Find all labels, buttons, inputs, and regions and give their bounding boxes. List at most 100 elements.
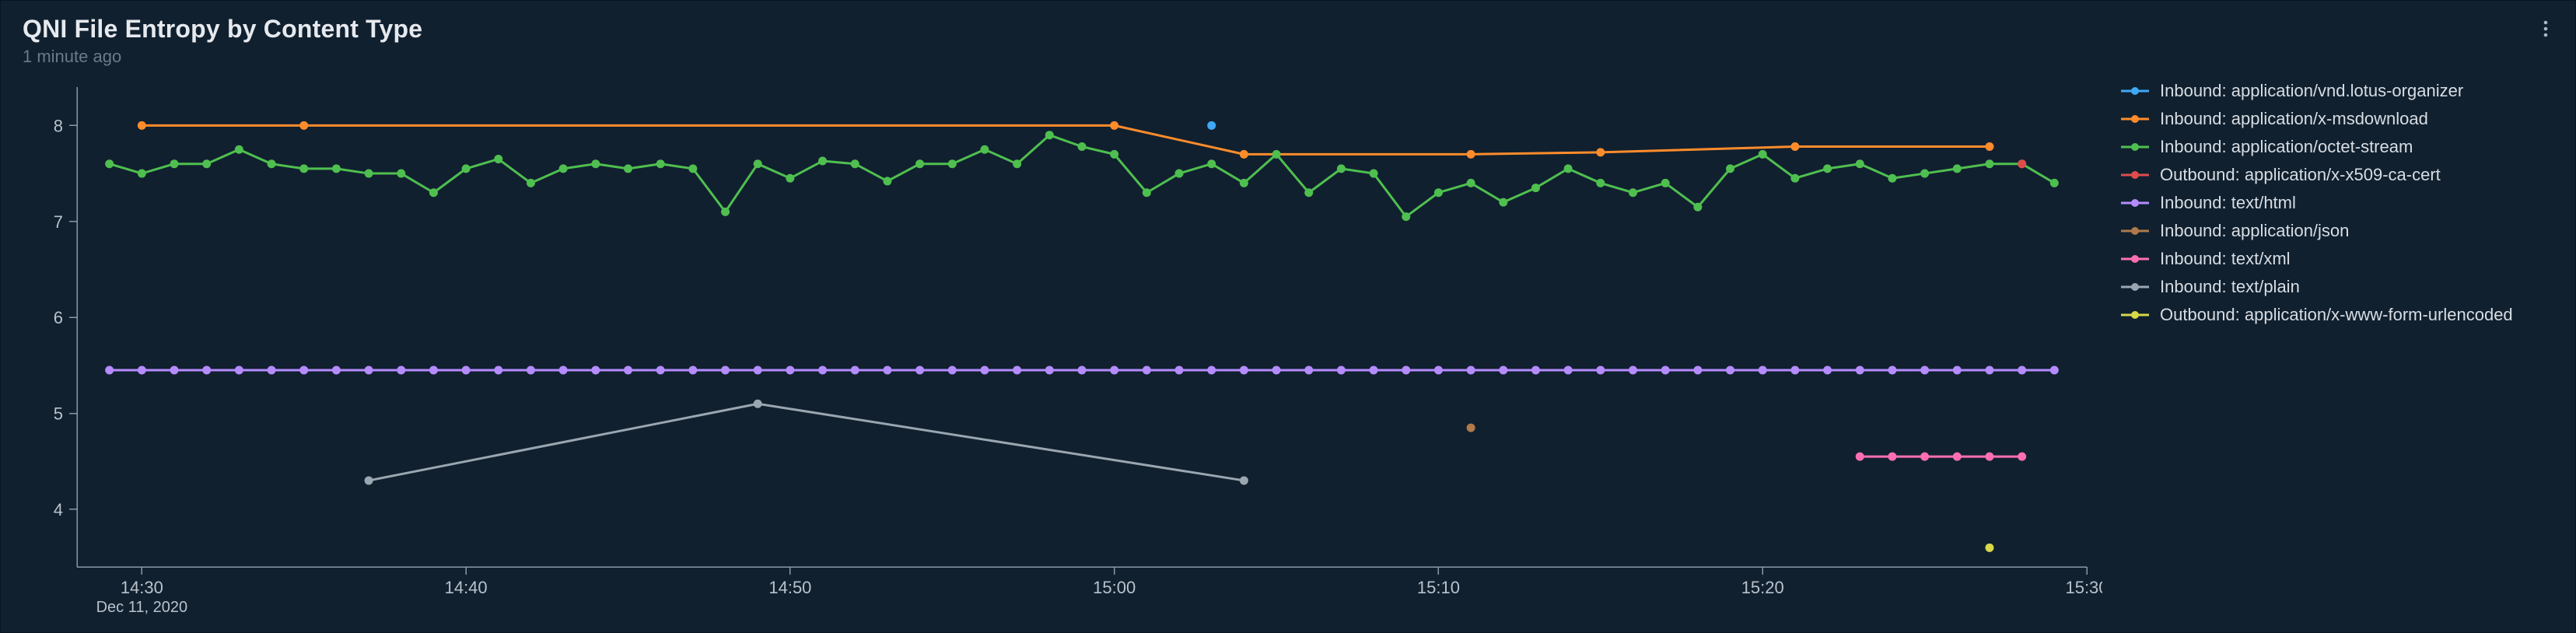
chart-series-point — [332, 164, 341, 173]
chart-series-point — [1953, 164, 1962, 173]
legend-item[interactable]: Inbound: text/plain — [2121, 275, 2557, 299]
chart-series-point — [1304, 188, 1313, 197]
chart-series-point — [1661, 366, 1670, 375]
chart-series-point — [1110, 121, 1118, 130]
chart-series-point — [235, 145, 243, 154]
legend-item[interactable]: Inbound: text/xml — [2121, 247, 2557, 271]
x-axis-tick-label: 15:30 — [2065, 578, 2102, 597]
chart-series-point — [1370, 366, 1378, 375]
chart-series-point — [1596, 366, 1605, 375]
chart-series-point — [1531, 366, 1540, 375]
chart-series-point — [1888, 366, 1896, 375]
chart-series-point — [1985, 159, 1993, 168]
chart-series-point — [1045, 131, 1054, 139]
legend-swatch — [2121, 115, 2149, 123]
x-axis-tick-label: 15:00 — [1093, 578, 1136, 597]
chart-series-point — [624, 366, 632, 375]
chart-series-point — [1337, 164, 1346, 173]
chart-series-point — [1920, 453, 1929, 461]
chart-series-point — [1467, 179, 1475, 187]
legend-item[interactable]: Inbound: application/x-msdownload — [2121, 107, 2557, 131]
chart-series-point — [365, 366, 373, 375]
chart-series-point — [1985, 142, 1993, 151]
chart-series-point — [1790, 142, 1799, 151]
legend-item[interactable]: Inbound: application/octet-stream — [2121, 135, 2557, 159]
chart-series-point — [1207, 366, 1216, 375]
chart-series-point — [851, 159, 859, 168]
chart-series-point — [268, 159, 276, 168]
chart-series-point — [721, 208, 730, 216]
x-axis-tick-label: 14:30 — [121, 578, 163, 597]
chart-series-point — [883, 366, 891, 375]
chart-series-point — [429, 188, 438, 197]
legend-swatch — [2121, 255, 2149, 263]
chart-series-point — [656, 159, 665, 168]
chart-series-point — [1402, 212, 1410, 221]
chart-series-point — [170, 159, 179, 168]
chart-series-point — [1207, 121, 1216, 130]
chart-series-point — [1953, 366, 1962, 375]
legend-item[interactable]: Inbound: text/html — [2121, 191, 2557, 215]
legend-item[interactable]: Inbound: application/json — [2121, 219, 2557, 243]
chart-series-point — [2018, 366, 2026, 375]
chart-series-point — [559, 366, 568, 375]
chart-series-point — [1143, 188, 1151, 197]
chart-series-point — [1759, 366, 1767, 375]
legend-label: Inbound: application/vnd.lotus-organizer — [2160, 81, 2463, 101]
legend-label: Inbound: text/xml — [2160, 249, 2291, 269]
legend-item[interactable]: Outbound: application/x-www-form-urlenco… — [2121, 303, 2557, 327]
chart-series-point — [1726, 366, 1734, 375]
chart-series-point — [494, 155, 502, 163]
chart-series-point — [754, 400, 762, 408]
chart-series-point — [1953, 453, 1962, 461]
chart-series-point — [494, 366, 502, 375]
chart-series-point — [429, 366, 438, 375]
chart-series-point — [202, 366, 211, 375]
chart-series-point — [1564, 164, 1573, 173]
chart-series-point — [980, 145, 989, 154]
y-axis-tick-label: 4 — [54, 500, 63, 519]
chart-series-point — [1078, 366, 1087, 375]
chart-series-point — [1693, 366, 1702, 375]
chart-series-point — [1823, 366, 1832, 375]
chart-series-point — [235, 366, 243, 375]
chart-series-point — [1759, 150, 1767, 159]
legend-swatch — [2121, 143, 2149, 151]
chart-panel: QNI File Entropy by Content Type 1 minut… — [0, 0, 2576, 633]
chart-series-point — [688, 366, 697, 375]
chart-series-point — [138, 366, 146, 375]
chart-plot-area[interactable]: 4567814:3014:4014:5015:0015:1015:2015:30… — [23, 73, 2102, 618]
legend-swatch — [2121, 171, 2149, 179]
chart-series-point — [1856, 366, 1864, 375]
chart-series-point — [1985, 366, 1993, 375]
chart-series-point — [527, 179, 535, 187]
more-vertical-icon — [2543, 19, 2549, 38]
chart-series-point — [1434, 188, 1443, 197]
chart-series-point — [1272, 366, 1281, 375]
x-axis-tick-label: 14:40 — [445, 578, 488, 597]
chart-series-point — [1143, 366, 1151, 375]
chart-series-point — [527, 366, 535, 375]
chart-series-point — [268, 366, 276, 375]
chart-series-point — [1823, 164, 1832, 173]
chart-series-point — [2050, 179, 2059, 187]
legend-item[interactable]: Inbound: application/vnd.lotus-organizer — [2121, 79, 2557, 103]
chart-series-point — [721, 366, 730, 375]
chart-series-point — [1856, 159, 1864, 168]
chart-series-point — [1531, 184, 1540, 192]
chart-series-point — [656, 366, 665, 375]
panel-menu-button[interactable] — [2533, 16, 2558, 41]
chart-series-point — [105, 159, 114, 168]
chart-series-point — [1240, 366, 1248, 375]
chart-series-point — [1629, 188, 1637, 197]
chart-series-point — [948, 366, 957, 375]
chart-series-point — [1596, 148, 1605, 156]
chart-series-point — [591, 159, 600, 168]
chart-series-point — [1888, 174, 1896, 183]
legend-item[interactable]: Outbound: application/x-x509-ca-cert — [2121, 163, 2557, 187]
chart-series-point — [883, 177, 891, 185]
chart-series-point — [2018, 159, 2026, 168]
chart-series-point — [1110, 150, 1118, 159]
chart-series-point — [299, 121, 308, 130]
chart-series-point — [138, 170, 146, 178]
